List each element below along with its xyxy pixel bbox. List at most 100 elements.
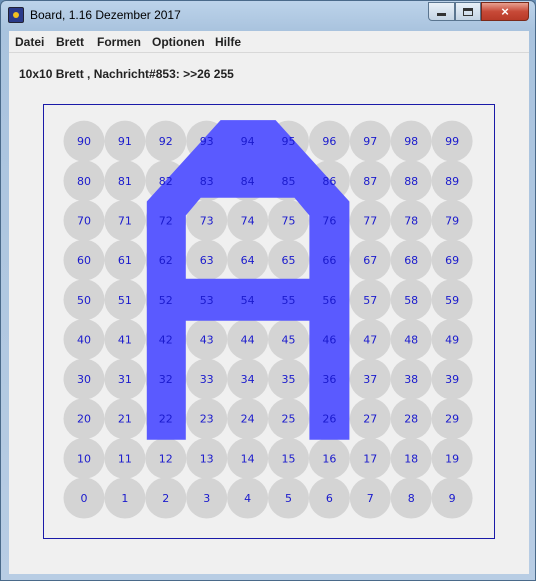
cell-number: 73 <box>200 214 214 227</box>
cell-number: 2 <box>162 492 169 505</box>
cell-number: 36 <box>322 373 336 386</box>
cell-number: 43 <box>200 333 214 346</box>
cell-number: 64 <box>241 254 255 267</box>
cell-number: 72 <box>159 214 173 227</box>
close-button[interactable]: × <box>481 2 529 21</box>
menu-formen[interactable]: Formen <box>97 35 141 49</box>
cell-number: 52 <box>159 294 173 307</box>
cell-number: 60 <box>77 254 91 267</box>
cell-number: 0 <box>81 492 88 505</box>
cell-number: 48 <box>404 333 418 346</box>
minimize-icon <box>437 13 446 16</box>
cell-number: 40 <box>77 333 91 346</box>
maximize-icon <box>463 7 473 16</box>
close-icon: × <box>501 4 509 19</box>
cell-number: 65 <box>282 254 296 267</box>
app-icon[interactable] <box>8 7 24 23</box>
cell-number: 27 <box>363 413 377 426</box>
menu-hilfe[interactable]: Hilfe <box>215 35 241 49</box>
cell-number: 86 <box>322 175 336 188</box>
cell-number: 28 <box>404 413 418 426</box>
cell-number: 91 <box>118 135 132 148</box>
cell-number: 88 <box>404 175 418 188</box>
cell-number: 96 <box>322 135 336 148</box>
cell-number: 55 <box>282 294 296 307</box>
minimize-button[interactable] <box>428 2 455 21</box>
cell-number: 18 <box>404 452 418 465</box>
cell-number: 49 <box>445 333 459 346</box>
cell-number: 6 <box>326 492 333 505</box>
cell-number: 30 <box>77 373 91 386</box>
cell-number: 97 <box>363 135 377 148</box>
cell-number: 82 <box>159 175 173 188</box>
cell-number: 62 <box>159 254 173 267</box>
cell-number: 54 <box>241 294 255 307</box>
cell-number: 99 <box>445 135 459 148</box>
cell-number: 63 <box>200 254 214 267</box>
board-canvas[interactable]: 0 1 2 3 4 5 6 7 8 910 11 12 13 14 15 16 17 18 1920 21 22 23 24… <box>44 105 494 538</box>
cell-number: 3 <box>203 492 210 505</box>
cell-number: 21 <box>118 413 132 426</box>
cell-number: 67 <box>363 254 377 267</box>
cell-number: 81 <box>118 175 132 188</box>
cell-number: 69 <box>445 254 459 267</box>
cell-number: 5 <box>285 492 292 505</box>
cell-number: 37 <box>363 373 377 386</box>
cell-number: 68 <box>404 254 418 267</box>
cell-number: 7 <box>367 492 374 505</box>
cell-number: 58 <box>404 294 418 307</box>
cell-number: 9 <box>449 492 456 505</box>
cell-number: 41 <box>118 333 132 346</box>
cell-number: 66 <box>322 254 336 267</box>
cell-number: 26 <box>322 413 336 426</box>
cell-number: 84 <box>241 175 255 188</box>
cell-number: 61 <box>118 254 132 267</box>
cell-number: 71 <box>118 214 132 227</box>
cell-number: 31 <box>118 373 132 386</box>
cell-number: 44 <box>241 333 255 346</box>
cell-number: 85 <box>282 175 296 188</box>
menu-brett[interactable]: Brett <box>56 35 84 49</box>
cell-number: 25 <box>282 413 296 426</box>
cell-number: 4 <box>244 492 251 505</box>
cell-number: 35 <box>282 373 296 386</box>
cell-number: 59 <box>445 294 459 307</box>
window-title: Board, 1.16 Dezember 2017 <box>30 8 181 22</box>
cell-number: 87 <box>363 175 377 188</box>
cell-number: 53 <box>200 294 214 307</box>
cell-number: 83 <box>200 175 214 188</box>
cell-number: 24 <box>241 413 255 426</box>
cell-number: 76 <box>322 214 336 227</box>
cell-number: 75 <box>282 214 296 227</box>
cell-number: 13 <box>200 452 214 465</box>
cell-number: 80 <box>77 175 91 188</box>
cell-number: 79 <box>445 214 459 227</box>
app-window: Board, 1.16 Dezember 2017 × Datei Brett … <box>0 0 536 581</box>
cell-number: 56 <box>322 294 336 307</box>
cell-number: 14 <box>241 452 255 465</box>
cell-number: 23 <box>200 413 214 426</box>
cell-number: 46 <box>322 333 336 346</box>
maximize-button[interactable] <box>455 2 481 21</box>
title-bar[interactable]: Board, 1.16 Dezember 2017 × <box>1 1 535 29</box>
cell-number: 17 <box>363 452 377 465</box>
cell-number: 90 <box>77 135 91 148</box>
client-area: Datei Brett Formen Optionen Hilfe 10x10 … <box>9 31 529 574</box>
menu-datei[interactable]: Datei <box>15 35 44 49</box>
cell-number: 39 <box>445 373 459 386</box>
status-text: 10x10 Brett , Nachricht#853: >>26 255 <box>19 67 234 81</box>
cell-number: 47 <box>363 333 377 346</box>
cell-number: 19 <box>445 452 459 465</box>
cell-number: 78 <box>404 214 418 227</box>
cell-number: 94 <box>241 135 255 148</box>
menu-optionen[interactable]: Optionen <box>152 35 205 49</box>
cell-number: 98 <box>404 135 418 148</box>
cell-number: 92 <box>159 135 173 148</box>
cell-number: 89 <box>445 175 459 188</box>
cell-number: 8 <box>408 492 415 505</box>
cell-number: 57 <box>363 294 377 307</box>
cell-number: 34 <box>241 373 255 386</box>
cell-number: 1 <box>121 492 128 505</box>
cell-number: 11 <box>118 452 132 465</box>
cell-number: 50 <box>77 294 91 307</box>
